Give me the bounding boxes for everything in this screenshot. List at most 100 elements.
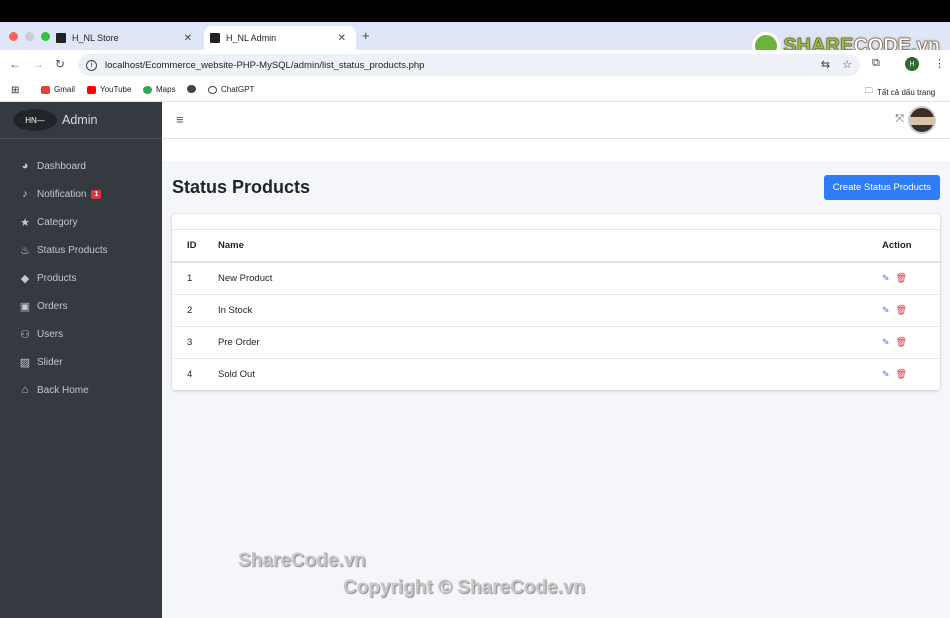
sidebar-item-status-products[interactable]: ♨ Status Products [0, 236, 162, 264]
maximize-window-button[interactable] [41, 32, 50, 41]
cell-name: In Stock [218, 294, 870, 327]
create-status-products-button[interactable]: Create Status Products [823, 175, 940, 200]
edit-icon[interactable]: ✎ [882, 305, 890, 315]
tag-icon: ◆ [20, 272, 30, 285]
table-row: 2 In Stock ✎ 🗑︎ [172, 294, 940, 327]
sidebar-item-notification[interactable]: ♪ Notification 1 [0, 180, 162, 208]
favicon-icon [210, 33, 220, 43]
bookmark-youtube[interactable]: YouTube [87, 85, 131, 94]
sidebar-menu: ◕ Dashboard ♪ Notification 1 ★ Category ♨ Sta… [0, 152, 162, 404]
bookmark-globe[interactable] [187, 85, 196, 93]
translate-icon[interactable]: ⇆ [821, 58, 830, 71]
minimize-window-button[interactable] [25, 32, 34, 41]
users-icon: ⚇ [20, 328, 30, 341]
top-navbar: ≡ ⤧ [162, 102, 950, 139]
column-header-name: Name [218, 230, 870, 263]
home-icon: ⌂ [21, 384, 29, 396]
watermark-text: ShareCode.vn [238, 550, 366, 571]
sidebar-item-slider[interactable]: ▨ Slider [0, 348, 162, 376]
gmail-icon [41, 85, 50, 94]
brand-text: Admin [62, 113, 98, 127]
status-products-table: ID Name Action 1 New Product ✎ 🗑︎ 2 In St… [172, 230, 940, 390]
sidebar-item-back-home[interactable]: ⌂ Back Home [0, 376, 162, 404]
trash-icon[interactable]: 🗑︎ [896, 337, 907, 347]
table-header-row: ID Name Action [172, 230, 940, 263]
tab-h-nl-admin[interactable]: H_NL Admin ✕ [204, 26, 356, 50]
bookmark-star-icon[interactable]: ☆ [842, 58, 852, 71]
forward-icon[interactable]: → [32, 57, 44, 71]
table-row: 1 New Product ✎ 🗑︎ [172, 262, 940, 295]
cell-name: New Product [218, 262, 870, 295]
status-products-card: ID Name Action 1 New Product ✎ 🗑︎ 2 In St… [172, 214, 940, 390]
sidebar-item-category[interactable]: ★ Category [0, 208, 162, 236]
trash-icon[interactable]: 🗑︎ [896, 305, 907, 315]
edit-icon[interactable]: ✎ [882, 369, 890, 379]
browser-tab-bar: H_NL Store ✕ H_NL Admin ✕ SHARECODE.vn [0, 22, 950, 60]
os-top-bar [0, 0, 950, 22]
trash-icon[interactable]: 🗑︎ [896, 369, 907, 379]
youtube-icon [87, 85, 96, 94]
close-tab-icon[interactable]: ✕ [338, 33, 346, 44]
image-icon: ▨ [19, 356, 31, 369]
cell-id: 1 [172, 262, 218, 295]
page-title: Status Products [172, 177, 311, 197]
sidebar-item-orders[interactable]: ▣ Orders [0, 292, 162, 320]
back-icon[interactable]: ← [9, 57, 21, 71]
bell-icon: ♪ [22, 188, 28, 200]
trash-icon[interactable]: 🗑︎ [896, 273, 907, 283]
sidebar-item-products[interactable]: ◆ Products [0, 264, 162, 292]
sidebar-item-dashboard[interactable]: ◕ Dashboard [0, 152, 162, 180]
folder-icon: 🗀 [865, 86, 873, 95]
main-content: ≡ ⤧ Status Products Create Status Produc… [162, 102, 950, 618]
cell-name: Sold Out [218, 368, 255, 380]
favicon-icon [56, 33, 66, 43]
cell-id: 3 [172, 326, 218, 359]
tab-label: H_NL Admin [226, 33, 277, 43]
dashboard-icon: ◕ [21, 160, 29, 172]
globe-icon [187, 85, 196, 93]
url-text: localhost/Ecommerce_website-PHP-MySQL/ad… [105, 59, 425, 71]
shopping-bag-icon: ▣ [19, 300, 31, 313]
table-row: 3 Pre Order ✎ 🗑︎ [172, 326, 940, 359]
new-tab-button[interactable]: + [362, 28, 370, 43]
cell-id: 2 [172, 294, 218, 327]
fullscreen-icon[interactable]: ⤧ [895, 113, 904, 126]
brand[interactable]: HN— Admin [0, 102, 162, 139]
user-avatar[interactable] [908, 106, 936, 134]
extensions-icon[interactable]: ⧉ [872, 57, 880, 70]
edit-icon[interactable]: ✎ [882, 337, 890, 347]
close-tab-icon[interactable]: ✕ [184, 33, 192, 44]
bookmark-chatgpt[interactable]: ChatGPT [208, 85, 254, 94]
notification-badge: 1 [91, 189, 102, 199]
watermark-copyright: Copyright © ShareCode.vn [343, 577, 586, 598]
brand-logo: HN— [13, 109, 57, 131]
maps-pin-icon [143, 85, 152, 94]
chatgpt-icon [208, 85, 217, 94]
star-icon: ★ [20, 216, 30, 229]
site-info-icon[interactable]: i [86, 59, 97, 71]
fire-icon: ♨ [20, 244, 30, 257]
edit-icon[interactable]: ✎ [882, 273, 890, 283]
sidebar-item-users[interactable]: ⚇ Users [0, 320, 162, 348]
browser-menu-icon[interactable]: ⋮ [934, 57, 945, 70]
url-input[interactable]: i localhost/Ecommerce_website-PHP-MySQL/… [78, 54, 860, 76]
cell-name: Pre Order [218, 326, 870, 359]
reload-icon[interactable]: ↻ [55, 57, 65, 71]
bookmark-maps[interactable]: Maps [143, 85, 176, 94]
column-header-action: Action [870, 230, 940, 263]
table-row: 4 Sold Out ✎ 🗑︎ [172, 358, 940, 390]
sidebar: HN— Admin ◕ Dashboard ♪ Notification 1 ★ Cat… [0, 102, 162, 618]
bookmarks-bar: ⊞ Gmail YouTube Maps ChatGPT 🗀 Tất cả dấu… [0, 79, 950, 102]
hamburger-menu-icon[interactable]: ≡ [176, 112, 184, 127]
profile-avatar[interactable]: H [905, 57, 919, 71]
all-bookmarks[interactable]: 🗀 Tất cả dấu trang [865, 85, 935, 99]
close-window-button[interactable] [9, 32, 18, 41]
window-controls [9, 32, 50, 41]
tab-label: H_NL Store [72, 33, 119, 43]
apps-grid-icon[interactable]: ⊞ [11, 85, 19, 96]
tab-h-nl-store[interactable]: H_NL Store ✕ [50, 26, 202, 50]
column-header-id: ID [172, 230, 218, 263]
bookmark-gmail[interactable]: Gmail [41, 85, 75, 94]
address-bar-row: ← → ↻ i localhost/Ecommerce_website-PHP-… [0, 50, 950, 79]
cell-id: 4 [187, 368, 193, 380]
